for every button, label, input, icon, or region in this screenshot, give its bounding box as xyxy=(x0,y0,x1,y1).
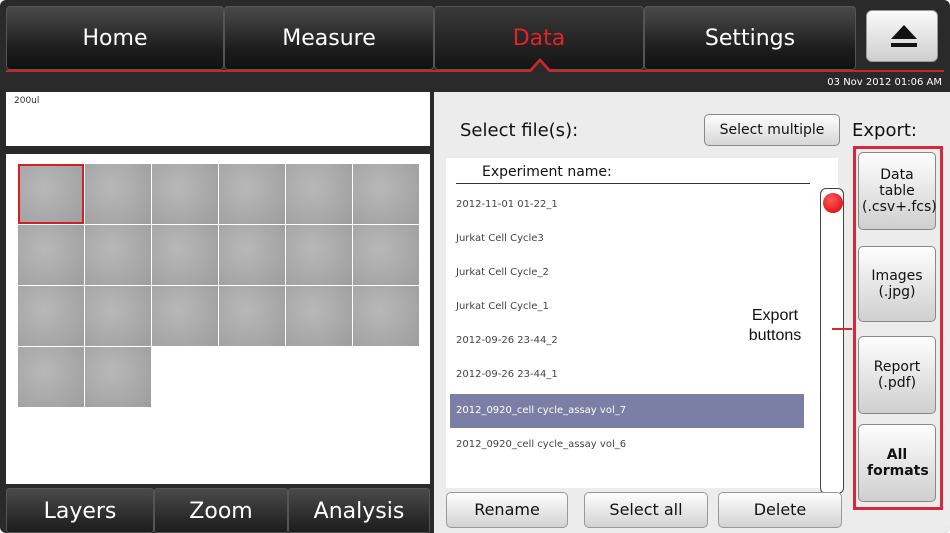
thumbnail-image[interactable] xyxy=(18,347,84,407)
thumbnail-image[interactable] xyxy=(152,164,218,224)
thumbnail-image[interactable] xyxy=(286,164,352,224)
thumbnail-image[interactable] xyxy=(85,347,151,407)
export-images-label: Images (.jpg) xyxy=(871,268,923,300)
thumbnail-image[interactable] xyxy=(18,164,84,224)
thumbnail-image[interactable] xyxy=(85,225,151,285)
date-time: 03 Nov 2012 01:06 AM xyxy=(827,77,942,88)
thumbnail-image[interactable] xyxy=(286,225,352,285)
export-all-label: All formats xyxy=(867,447,929,479)
callout-line xyxy=(832,328,852,330)
thumbnail-image[interactable] xyxy=(18,225,84,285)
export-data-table-button[interactable]: Data table (.csv+.fcs) xyxy=(858,152,937,230)
tab-analysis[interactable]: Analysis xyxy=(288,488,430,533)
list-item[interactable]: 2012_0920_cell cycle_assay vol_6 xyxy=(446,428,800,462)
rename-button[interactable]: Rename xyxy=(446,492,568,528)
select-all-button[interactable]: Select all xyxy=(584,492,708,528)
tab-settings[interactable]: Settings xyxy=(644,6,856,70)
thumbnail-image[interactable] xyxy=(219,164,285,224)
top-navigation: Home Measure Data Settings xyxy=(6,6,944,70)
eject-icon-bar xyxy=(891,43,917,47)
export-title: Export: xyxy=(852,120,917,141)
thumbnail-image[interactable] xyxy=(286,286,352,346)
export-report-label: Report (.pdf) xyxy=(873,359,921,391)
list-item[interactable]: 2012-11-01 01-22_1 xyxy=(446,188,800,222)
thumbnail-image[interactable] xyxy=(353,225,419,285)
thumbnail-image[interactable] xyxy=(18,286,84,346)
active-tab-indicator-inner xyxy=(531,62,549,72)
thumbnail-image[interactable] xyxy=(152,286,218,346)
header-divider xyxy=(456,183,810,184)
export-data-table-label: Data table (.csv+.fcs) xyxy=(862,167,937,215)
tab-layers[interactable]: Layers xyxy=(6,488,154,533)
delete-button[interactable]: Delete xyxy=(718,492,842,528)
list-item[interactable]: 2012-09-26 23-44_1 xyxy=(446,358,800,392)
export-buttons-callout: Export buttons xyxy=(748,307,802,344)
thumbnail-image[interactable] xyxy=(85,286,151,346)
export-images-button[interactable]: Images (.jpg) xyxy=(858,246,936,322)
export-report-button[interactable]: Report (.pdf) xyxy=(858,336,936,414)
tab-home[interactable]: Home xyxy=(6,6,224,70)
nav-underline xyxy=(6,70,944,72)
select-multiple-button[interactable]: Select multiple xyxy=(704,114,840,146)
divider xyxy=(6,146,430,154)
thumbnail-image[interactable] xyxy=(152,225,218,285)
thumbnail-image[interactable] xyxy=(85,164,151,224)
export-all-formats-button[interactable]: All formats xyxy=(858,424,936,502)
thumbnail-image[interactable] xyxy=(219,225,285,285)
thumbnail-image[interactable] xyxy=(353,286,419,346)
eject-button[interactable] xyxy=(866,10,938,62)
list-item[interactable]: Jurkat Cell Cycle3 xyxy=(446,222,800,256)
scroll-thumb[interactable] xyxy=(823,193,843,213)
tab-measure[interactable]: Measure xyxy=(224,6,434,70)
list-header: Experiment name: xyxy=(482,164,612,180)
list-item[interactable]: Jurkat Cell Cycle_2 xyxy=(446,256,800,290)
thumbnail-image[interactable] xyxy=(353,164,419,224)
select-files-title: Select file(s): xyxy=(460,120,579,141)
list-item-selected[interactable]: 2012_0920_cell cycle_assay vol_7 xyxy=(450,394,804,428)
sample-label: 200ul xyxy=(14,96,40,106)
eject-icon xyxy=(891,25,917,39)
tab-zoom[interactable]: Zoom xyxy=(154,488,288,533)
image-panel: 200ul xyxy=(6,92,430,484)
thumbnail-image[interactable] xyxy=(219,286,285,346)
app-window: Home Measure Data Settings 03 Nov 2012 0… xyxy=(0,0,950,533)
scrollbar[interactable] xyxy=(820,188,844,494)
